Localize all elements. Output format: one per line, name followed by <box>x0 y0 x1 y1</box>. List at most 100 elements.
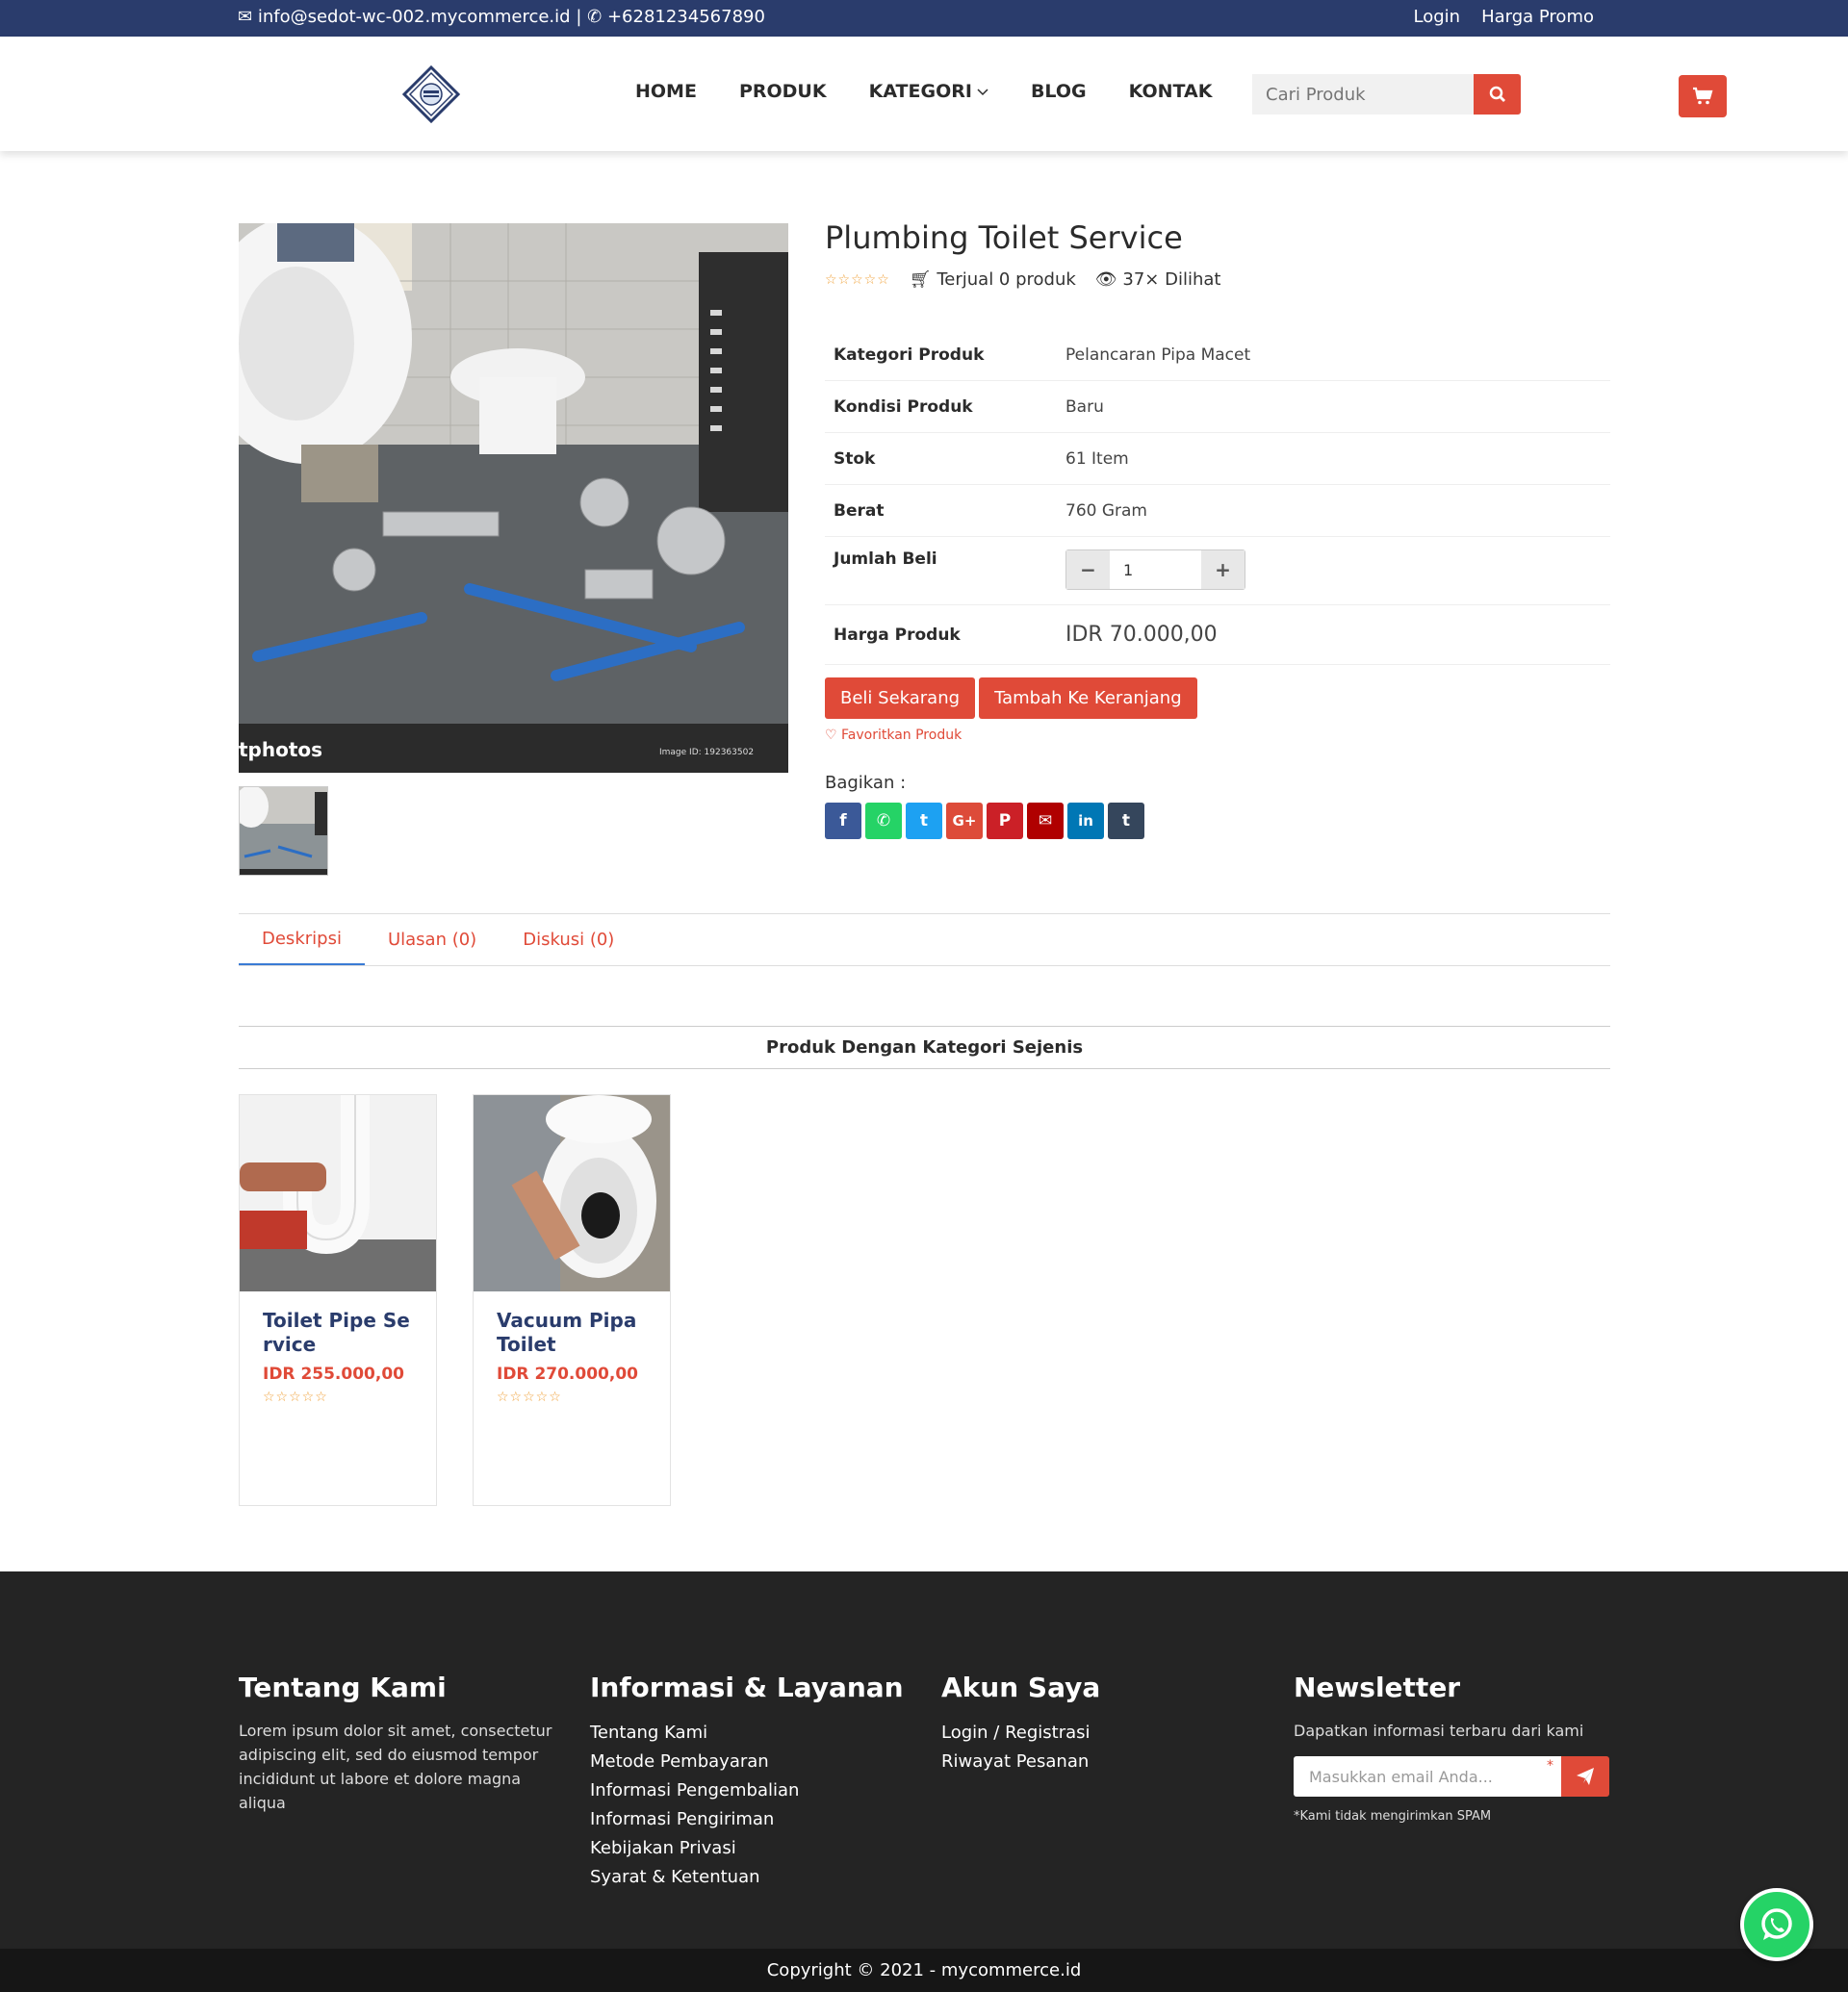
price-label: Harga Produk <box>834 625 961 645</box>
search-input[interactable] <box>1252 74 1474 115</box>
product-card-price: IDR 270.000,00 <box>497 1365 638 1384</box>
facebook-share-button[interactable]: f <box>825 803 861 839</box>
footer-link[interactable]: Kebijakan Privasi <box>590 1834 908 1863</box>
views-count: 37× Dilihat <box>1122 269 1221 290</box>
product-main-image[interactable]: tphotos Image ID: 192363502 <box>239 223 788 773</box>
tab-deskripsi[interactable]: Deskripsi <box>239 914 365 965</box>
price-row: Harga Produk IDR 70.000,00 <box>825 605 1610 665</box>
google-plus-share-button[interactable]: G+ <box>946 803 983 839</box>
nav-home[interactable]: HOME <box>635 81 697 102</box>
spec-label: Stok <box>834 448 876 469</box>
whatsapp-share-button[interactable]: ✆ <box>865 803 902 839</box>
product-card[interactable]: Vacuum Pipa Toilet IDR 270.000,00 ☆☆☆☆☆ <box>473 1094 671 1506</box>
related-title: Produk Dengan Kategori Sejenis <box>239 1026 1610 1069</box>
whatsapp-chat-button[interactable] <box>1740 1888 1813 1961</box>
footer-newsletter-title: Newsletter <box>1294 1672 1461 1703</box>
twitter-icon: t <box>919 811 929 830</box>
footer-link[interactable]: Login / Registrasi <box>941 1719 1259 1748</box>
footer-account: Akun Saya Login / Registrasi Riwayat Pes… <box>941 1672 1259 1776</box>
image-watermark: tphotos <box>239 738 322 761</box>
footer-link[interactable]: Metode Pembayaran <box>590 1748 908 1776</box>
product-tabs: Deskripsi Ulasan (0) Diskusi (0) <box>239 913 1610 966</box>
envelope-icon: ✉ <box>1038 811 1053 830</box>
linkedin-share-button[interactable]: in <box>1067 803 1104 839</box>
sold-count: Terjual 0 produk <box>937 269 1076 290</box>
product-card-name[interactable]: Vacuum Pipa Toilet <box>497 1309 647 1357</box>
promo-link[interactable]: Harga Promo <box>1481 7 1594 27</box>
favorite-link[interactable]: ♡ Favoritkan Produk <box>825 728 962 743</box>
spec-label: Kategori Produk <box>834 345 985 365</box>
footer-newsletter: Newsletter Dapatkan informasi terbaru da… <box>1294 1672 1621 1828</box>
contact-separator: | <box>576 7 582 27</box>
product-thumbnail[interactable] <box>239 786 328 876</box>
spec-label: Kondisi Produk <box>834 396 973 417</box>
footer-about-title: Tentang Kami <box>239 1672 447 1703</box>
spec-row: Kondisi Produk Baru <box>825 381 1610 433</box>
spec-value: Baru <box>1065 396 1104 417</box>
tumblr-share-button[interactable]: t <box>1108 803 1144 839</box>
newsletter-submit-button[interactable] <box>1561 1756 1609 1797</box>
cart-button[interactable] <box>1679 75 1727 117</box>
spec-value: 61 Item <box>1065 448 1129 469</box>
contact-email[interactable]: info@sedot-wc-002.mycommerce.id <box>258 7 571 27</box>
heart-icon: ♡ <box>825 728 837 743</box>
nav-kontak[interactable]: KONTAK <box>1129 81 1213 102</box>
footer-account-title: Akun Saya <box>941 1672 1101 1703</box>
buy-now-button[interactable]: Beli Sekarang <box>825 677 976 719</box>
footer-info-title: Informasi & Layanan <box>590 1672 904 1703</box>
email-share-button[interactable]: ✉ <box>1027 803 1064 839</box>
phone-icon: ✆ <box>587 7 603 27</box>
product-card-price: IDR 255.000,00 <box>263 1365 404 1384</box>
footer-link[interactable]: Informasi Pengiriman <box>590 1805 908 1834</box>
newsletter-form: Masukkan email Anda... * <box>1294 1756 1621 1797</box>
product-card[interactable]: Toilet Pipe Service IDR 255.000,00 ☆☆☆☆☆ <box>239 1094 437 1506</box>
newsletter-placeholder: Masukkan email Anda... <box>1309 1767 1493 1786</box>
contact-info: ✉ info@sedot-wc-002.mycommerce.id | ✆ +6… <box>238 7 765 27</box>
qty-input[interactable]: 1 <box>1110 550 1201 589</box>
envelope-icon: ✉ <box>238 7 253 27</box>
footer-link[interactable]: Riwayat Pesanan <box>941 1748 1259 1776</box>
nav-produk[interactable]: PRODUK <box>739 81 827 102</box>
search-button[interactable] <box>1474 74 1521 115</box>
share-label: Bagikan : <box>825 773 907 793</box>
purchase-actions: Beli Sekarang Tambah Ke Keranjang <box>825 677 1197 719</box>
newsletter-text: Dapatkan informasi terbaru dari kami <box>1294 1722 1584 1740</box>
paper-plane-icon <box>1577 1768 1594 1785</box>
qty-row: Jumlah Beli − 1 + <box>825 537 1610 605</box>
product-card-name[interactable]: Toilet Pipe Service <box>263 1309 413 1357</box>
product-card-image[interactable] <box>474 1095 670 1291</box>
nav-blog[interactable]: BLOG <box>1031 81 1087 102</box>
whatsapp-icon <box>1744 1892 1810 1957</box>
top-links: Login Harga Promo <box>1414 7 1595 27</box>
tab-ulasan[interactable]: Ulasan (0) <box>365 914 500 965</box>
pinterest-share-button[interactable]: P <box>987 803 1023 839</box>
footer-link[interactable]: Informasi Pengembalian <box>590 1776 908 1805</box>
product-specs: Kategori Produk Pelancaran Pipa Macet Ko… <box>825 329 1610 665</box>
login-link[interactable]: Login <box>1414 7 1461 27</box>
qty-increase-button[interactable]: + <box>1201 550 1245 589</box>
product-card-image[interactable] <box>240 1095 436 1291</box>
main-nav: HOME PRODUK KATEGORI BLOG KONTAK <box>635 81 1212 102</box>
twitter-share-button[interactable]: t <box>906 803 942 839</box>
spec-label: Berat <box>834 500 885 521</box>
footer-link[interactable]: Syarat & Ketentuan <box>590 1863 908 1892</box>
search-icon <box>1489 86 1505 102</box>
qty-decrease-button[interactable]: − <box>1066 550 1110 589</box>
spec-row: Stok 61 Item <box>825 433 1610 485</box>
quantity-stepper: − 1 + <box>1065 549 1245 590</box>
copyright-bar: Copyright © 2021 - mycommerce.id <box>0 1949 1848 1992</box>
footer-link[interactable]: Tentang Kami <box>590 1719 908 1748</box>
whatsapp-icon: ✆ <box>876 811 891 830</box>
qty-label: Jumlah Beli <box>834 549 937 569</box>
site-header: HOME PRODUK KATEGORI BLOG KONTAK <box>0 37 1848 151</box>
add-to-cart-button[interactable]: Tambah Ke Keranjang <box>979 677 1197 719</box>
nav-kategori[interactable]: KATEGORI <box>869 81 988 102</box>
product-title: Plumbing Toilet Service <box>825 219 1183 256</box>
tab-diskusi[interactable]: Diskusi (0) <box>500 914 637 965</box>
contact-phone[interactable]: +6281234567890 <box>607 7 765 27</box>
google-plus-icon: G+ <box>952 812 977 830</box>
cart-icon: 🛒︎ <box>909 269 932 290</box>
newsletter-email-input[interactable]: Masukkan email Anda... * <box>1294 1756 1561 1797</box>
site-logo[interactable] <box>401 64 461 124</box>
cart-icon <box>1693 87 1713 105</box>
